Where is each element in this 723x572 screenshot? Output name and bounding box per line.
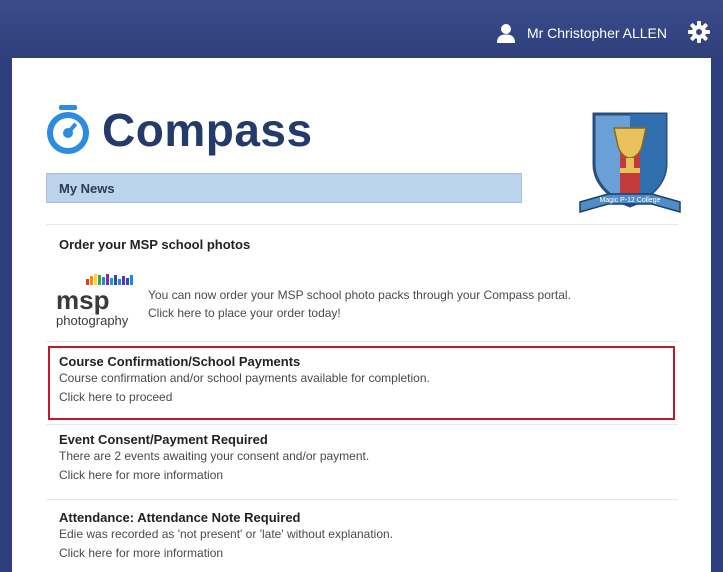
news-item-title: Attendance: Attendance Note Required [59,510,301,525]
msp-logo-subtext: photography [56,313,129,328]
user-icon [496,24,515,43]
msp-logo-text: msp [56,285,109,315]
school-crest: Magic P-12 College [579,112,681,213]
news-item-link[interactable]: Click here to proceed [59,388,430,407]
brand-name: Compass [102,104,313,156]
compass-logo[interactable]: Compass [46,103,313,157]
news-item-link[interactable]: Click here for more information [59,544,393,563]
news-item-link[interactable]: Click here to place your order today! [148,304,571,323]
news-item-title: Course Confirmation/School Payments [59,354,301,369]
news-item[interactable]: Event Consent/Payment Required There are… [59,432,369,485]
news-item-title: Event Consent/Payment Required [59,432,268,447]
msp-photography-logo: msp photography [56,274,133,328]
news-item[interactable]: Attendance: Attendance Note Required Edi… [59,510,393,563]
section-title: My News [59,181,115,196]
divider [46,424,678,425]
divider [46,499,678,500]
main-panel: Compass Magic P-12 College My News Order… [12,58,711,572]
divider [46,224,678,225]
section-header: My News [46,173,522,203]
news-item-text: Edie was recorded as 'not present' or 'l… [59,527,394,541]
crest-caption: Magic P-12 College [599,197,660,204]
divider [46,341,678,342]
user-name: Mr Christopher ALLEN [526,25,667,41]
gear-icon[interactable] [687,20,711,44]
news-item-text: You can now order your MSP school photo … [148,288,571,302]
user-menu[interactable]: Mr Christopher ALLEN [495,22,667,44]
compass-icon [47,105,89,154]
news-item-text: There are 2 events awaiting your consent… [59,449,370,463]
top-bar: Mr Christopher ALLEN [0,0,723,58]
news-item-text: Course confirmation and/or school paymen… [59,371,430,385]
news-item[interactable]: Course Confirmation/School Payments Cour… [59,354,430,407]
news-item-link[interactable]: Click here for more information [59,466,369,485]
news-item-body: You can now order your MSP school photo … [148,286,571,323]
news-item-title: Order your MSP school photos [59,237,251,252]
